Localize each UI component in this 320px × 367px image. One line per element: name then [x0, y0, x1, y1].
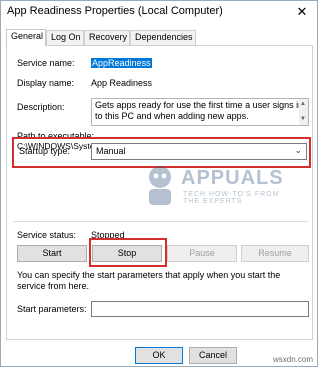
- cancel-button[interactable]: Cancel: [189, 347, 237, 364]
- site-watermark: wsxdn.com: [272, 355, 313, 364]
- properties-window: App Readiness Properties (Local Computer…: [0, 0, 318, 367]
- tab-log-on[interactable]: Log On: [46, 30, 84, 45]
- start-params-input[interactable]: [91, 301, 309, 317]
- description-label: Description:: [17, 102, 65, 112]
- service-name-label: Service name:: [17, 58, 75, 68]
- scroll-down-icon[interactable]: ▼: [300, 114, 306, 125]
- service-status-label: Service status:: [17, 230, 77, 240]
- pause-button[interactable]: Pause: [167, 245, 237, 262]
- scroll-up-icon[interactable]: ▲: [300, 99, 306, 110]
- divider: [13, 221, 308, 222]
- watermark-tagline: TECH HOW-TO'S FROM THE EXPERTS: [183, 191, 280, 205]
- appuals-watermark: APPUALS TECH HOW-TO'S FROM THE EXPERTS: [137, 163, 287, 223]
- tab-dependencies[interactable]: Dependencies: [130, 30, 196, 45]
- stop-highlight: [89, 238, 167, 267]
- description-box[interactable]: Gets apps ready for use the first time a…: [91, 98, 309, 126]
- watermark-brand: APPUALS: [181, 167, 284, 189]
- start-params-hint: You can specify the start parameters tha…: [17, 270, 281, 291]
- description-scrollbar[interactable]: ▲ ▼: [299, 99, 308, 125]
- start-button[interactable]: Start: [17, 245, 87, 262]
- mascot-icon: [149, 166, 171, 205]
- description-text: Gets apps ready for use the first time a…: [95, 100, 304, 121]
- display-name-value[interactable]: App Readiness: [91, 78, 152, 88]
- start-params-label: Start parameters:: [17, 304, 87, 314]
- title-bar[interactable]: App Readiness Properties (Local Computer…: [1, 1, 317, 23]
- resume-button[interactable]: Resume: [241, 245, 309, 262]
- display-name-label: Display name:: [17, 78, 75, 88]
- close-icon[interactable]: ✕: [293, 3, 311, 21]
- ok-button[interactable]: OK: [135, 347, 183, 364]
- tab-general[interactable]: General: [6, 29, 46, 46]
- window-title: App Readiness Properties (Local Computer…: [7, 5, 223, 17]
- tab-recovery[interactable]: Recovery: [84, 30, 130, 45]
- service-name-value[interactable]: AppReadiness: [91, 58, 152, 68]
- general-panel: Service name: AppReadiness Display name:…: [6, 45, 313, 340]
